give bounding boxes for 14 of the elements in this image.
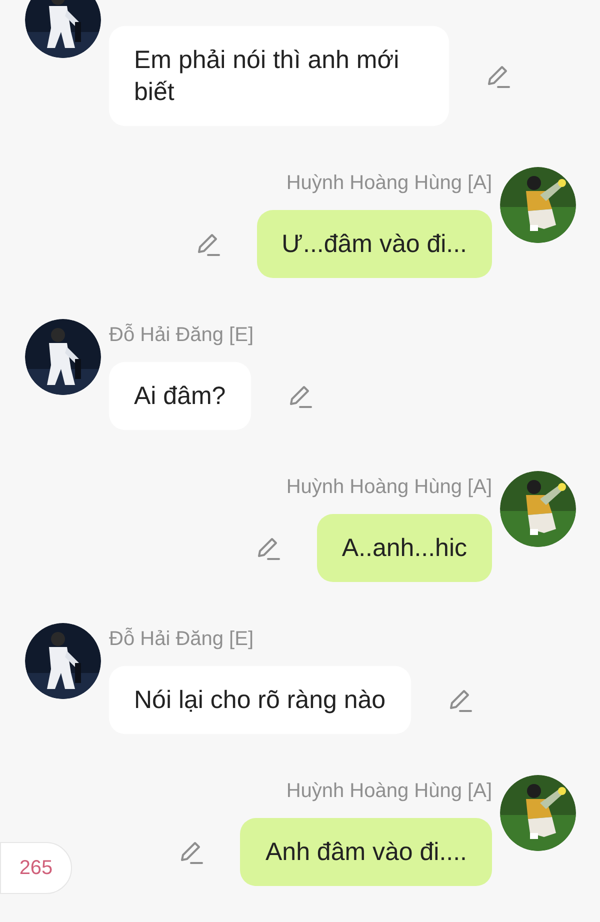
sender-name: Huỳnh Hoàng Hùng [A] — [286, 171, 492, 196]
sender-name: Huỳnh Hoàng Hùng [A] — [286, 475, 492, 500]
sender-name: Đỗ Hải Đăng [E] — [109, 322, 254, 348]
pencil-icon[interactable] — [178, 839, 204, 865]
sender-name: Đỗ Hải Đăng [E] — [109, 626, 254, 652]
message-bubble: Ai đâm? — [109, 362, 251, 430]
sender-name: Huỳnh Hoàng Hùng [A] — [286, 779, 492, 804]
message-bubble: Em phải nói thì anh mới biết — [109, 26, 449, 126]
count-badge[interactable]: 265 — [0, 842, 72, 894]
message-bubble: Nói lại cho rõ ràng nào — [109, 666, 411, 734]
message-bubble: Ư...đâm vào đi... — [256, 210, 492, 278]
message-bubble: Anh đâm vào đi.... — [240, 818, 492, 886]
message-bubble: A..anh...hic — [316, 514, 492, 582]
pencil-icon[interactable] — [485, 63, 511, 89]
